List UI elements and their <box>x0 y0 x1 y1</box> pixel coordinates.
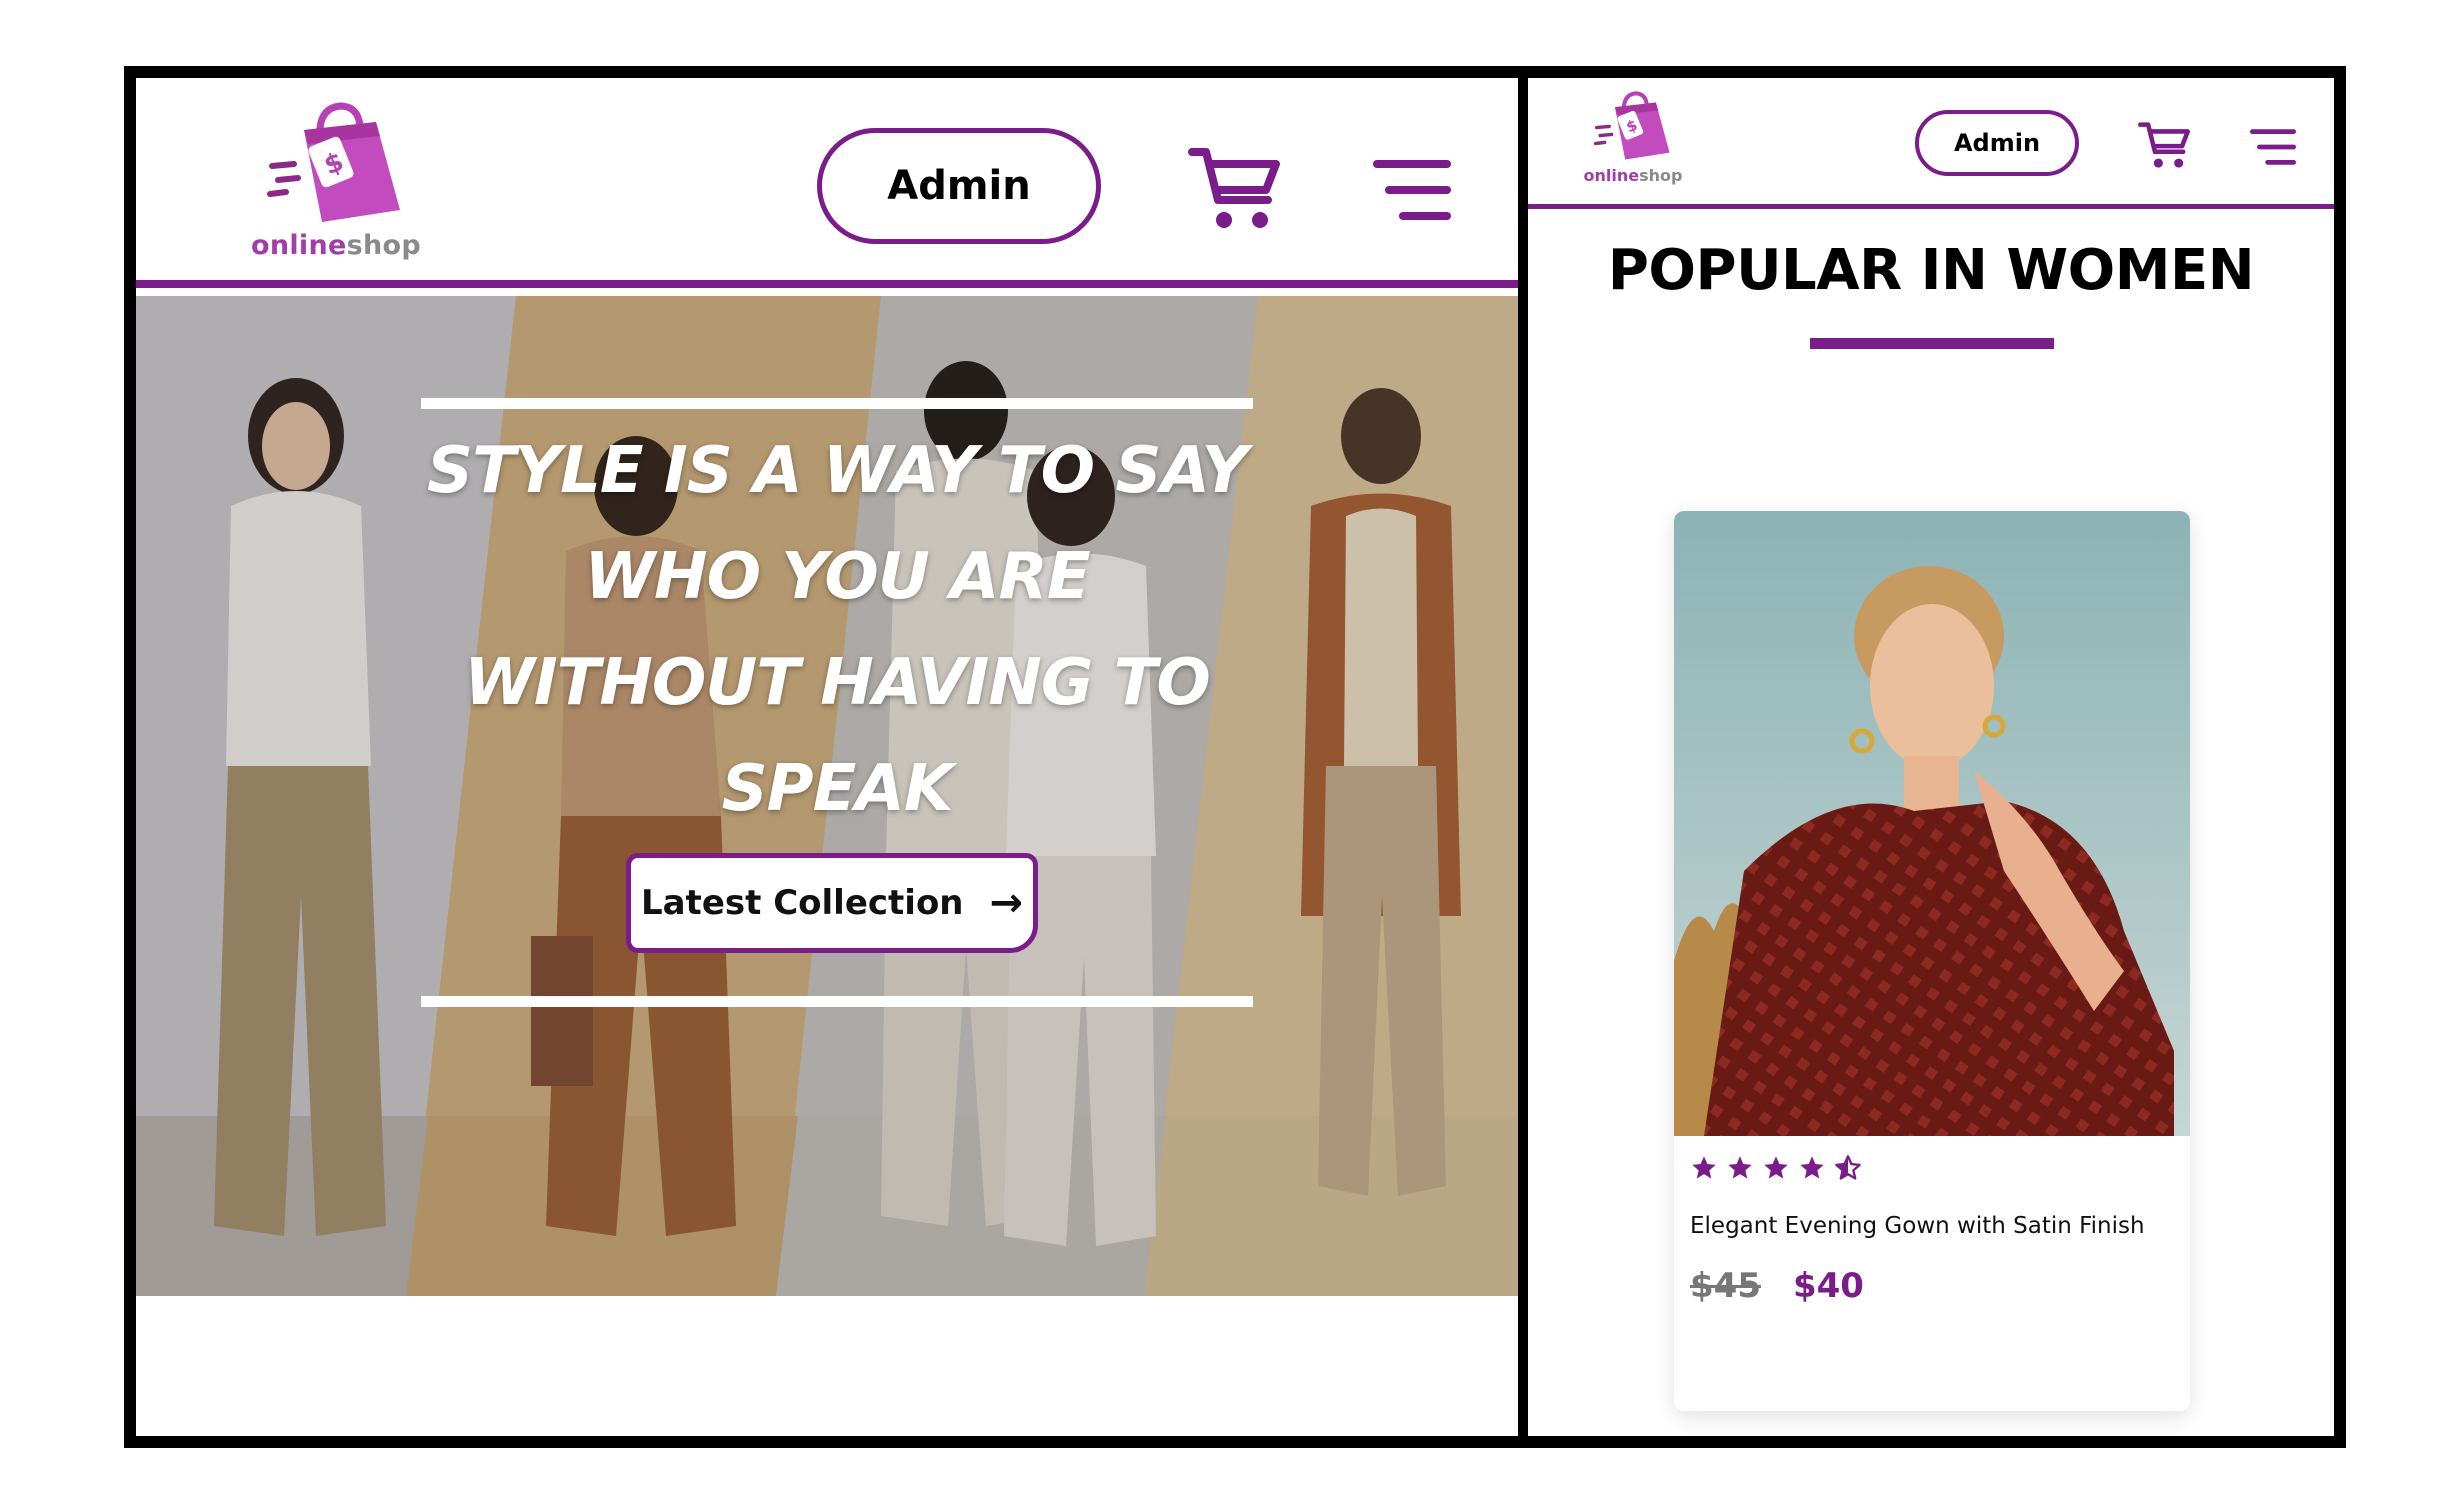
hero-title-line: STYLE IS A WAY TO SAY <box>427 434 1248 508</box>
arrow-right-icon: → <box>989 880 1024 926</box>
star-icon <box>1800 1156 1824 1179</box>
hero-divider-top <box>421 398 1253 409</box>
logo-text-shop: shop <box>346 230 421 261</box>
admin-button[interactable]: Admin <box>1915 110 2079 176</box>
rating-stars <box>1690 1154 1862 1182</box>
logo-text: onlineshop <box>246 230 426 261</box>
admin-button[interactable]: Admin <box>817 128 1101 244</box>
cart-icon[interactable] <box>1188 144 1280 232</box>
logo-text-online: online <box>1583 166 1640 185</box>
star-icon <box>1728 1156 1752 1179</box>
mobile-frame: $ onlineshop Admin POPULAR IN WOMEN Eleg… <box>1520 66 2346 1448</box>
logo-text-shop: shop <box>1639 166 1683 185</box>
section-title-underline <box>1810 338 2054 349</box>
desktop-frame: $ onlineshop Admin STYLE IS A WAY TO SAY… <box>124 66 1530 1448</box>
product-prices: $45 $40 <box>1690 1266 1864 1306</box>
shopping-bag-icon: $ <box>1593 91 1670 160</box>
logo-text-online: online <box>251 230 347 261</box>
shopping-bag-icon: $ <box>267 102 400 222</box>
desktop-header: $ onlineshop Admin <box>136 78 1518 288</box>
latest-collection-label: Latest Collection <box>640 883 964 923</box>
mobile-header: $ onlineshop Admin <box>1528 78 2334 209</box>
hero-title: STYLE IS A WAY TO SAY WHO YOU ARE WITHOU… <box>396 418 1278 842</box>
menu-icon[interactable] <box>1373 158 1451 222</box>
product-card[interactable]: Elegant Evening Gown with Satin Finish $… <box>1674 511 2190 1411</box>
hero-title-line: WITHOUT HAVING TO <box>464 646 1210 720</box>
brand-logo[interactable]: $ onlineshop <box>1578 90 1688 194</box>
hero-title-line: WHO YOU ARE <box>584 540 1090 614</box>
new-price: $40 <box>1792 1266 1864 1306</box>
section-title: POPULAR IN WOMEN <box>1607 238 2255 303</box>
latest-collection-button[interactable]: Latest Collection → <box>626 853 1038 953</box>
brand-logo[interactable]: $ onlineshop <box>246 100 426 270</box>
hero-banner: STYLE IS A WAY TO SAY WHO YOU ARE WITHOU… <box>136 296 1518 1296</box>
menu-icon[interactable] <box>2250 128 2296 166</box>
product-name[interactable]: Elegant Evening Gown with Satin Finish <box>1690 1213 2180 1239</box>
hero-title-line: SPEAK <box>721 752 954 826</box>
logo-text: onlineshop <box>1578 166 1688 185</box>
old-price: $45 <box>1690 1266 1761 1306</box>
cart-icon[interactable] <box>2138 120 2190 170</box>
star-icon <box>1764 1156 1788 1179</box>
star-icon <box>1692 1156 1716 1179</box>
hero-divider-bottom <box>421 996 1253 1007</box>
product-image[interactable] <box>1674 511 2190 1136</box>
half-star-icon <box>1835 1155 1861 1180</box>
